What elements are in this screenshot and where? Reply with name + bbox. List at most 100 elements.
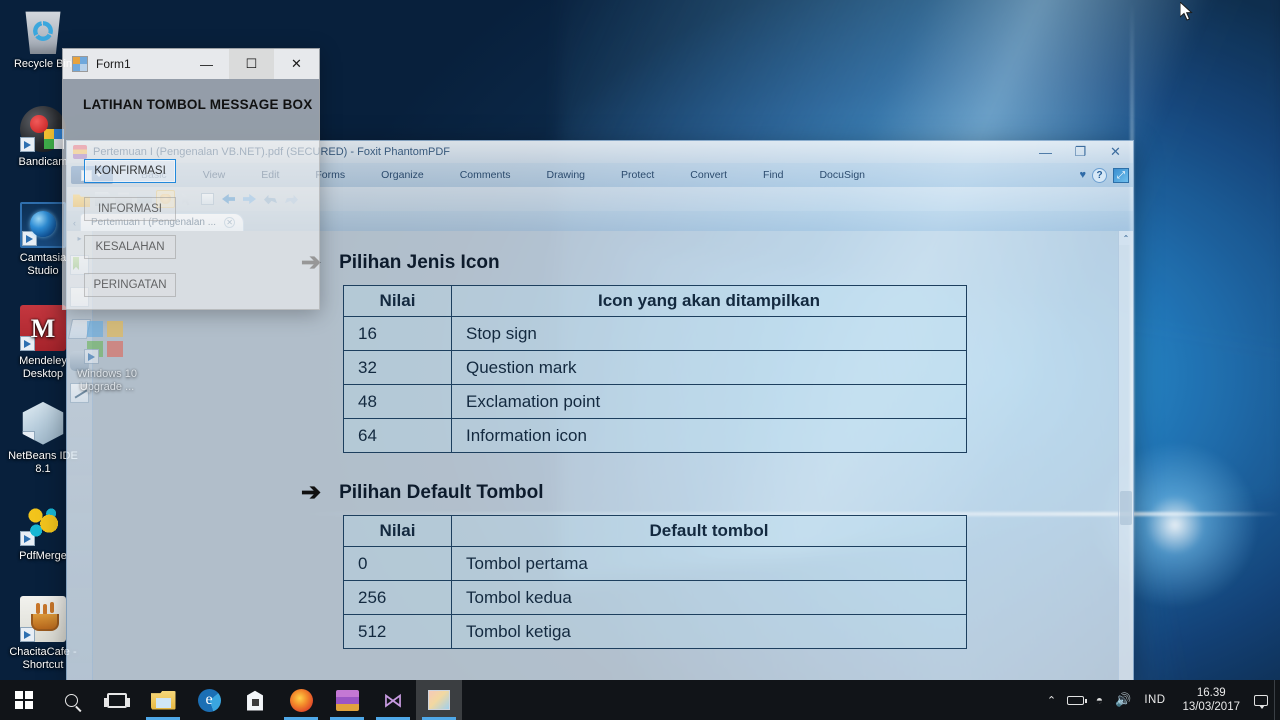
mendeley-desktop-icon (20, 305, 66, 351)
cell-icon: Information icon (451, 418, 967, 453)
menu-item-drawing[interactable]: Drawing (528, 169, 603, 181)
taskbar-vb-app-button[interactable] (416, 680, 462, 720)
taskbar-visual-studio-button[interactable] (370, 680, 416, 720)
foxit-window-controls[interactable]: — ❐ ✕ (1028, 141, 1133, 163)
form1-minimize-button[interactable]: — (184, 49, 229, 79)
form1-window[interactable]: Form1 — ☐ ✕ LATIHAN TOMBOL MESSAGE BOX K… (62, 48, 320, 310)
foxit-phantompdf-icon (335, 689, 359, 711)
foxit-menubar-right[interactable]: ♥ ? (1079, 163, 1129, 187)
arrow-right-icon: ➔ (301, 479, 322, 506)
expand-ribbon-icon[interactable] (1113, 167, 1129, 183)
bandicam-icon (20, 106, 66, 152)
desktop-icon-windows-10-upgrade[interactable]: Windows 10 Upgrade ... (70, 318, 144, 394)
pdf-page-content: ➔ Pilihan Jenis Icon Nilai Icon yang aka… (301, 231, 1001, 649)
form1-maximize-button[interactable]: ☐ (229, 49, 274, 79)
table-row: 64 Information icon (343, 418, 967, 453)
search-icon (64, 693, 78, 707)
vb-form-app-icon (428, 690, 450, 710)
scrollbar-thumb[interactable] (1120, 491, 1132, 525)
language-indicator[interactable]: IND (1135, 694, 1174, 706)
task-view-icon (104, 692, 130, 708)
menu-item-protect[interactable]: Protect (603, 169, 672, 181)
cell-nilai: 32 (343, 350, 452, 385)
table-row: 48 Exclamation point (343, 384, 967, 419)
foxit-close-button[interactable]: ✕ (1098, 141, 1133, 163)
section-title: Pilihan Jenis Icon (339, 252, 500, 273)
clock-date: 13/03/2017 (1182, 701, 1240, 713)
action-center-button[interactable] (1248, 680, 1274, 720)
menu-item-convert[interactable]: Convert (672, 169, 745, 181)
table-row: 0 Tombol pertama (343, 546, 967, 581)
table-row: 256 Tombol kedua (343, 580, 967, 615)
camtasia-studio-icon (20, 202, 66, 248)
icon-type-table: Nilai Icon yang akan ditampilkan 16 Stop… (343, 285, 967, 453)
java-app-icon (20, 596, 66, 642)
taskbar-app-list[interactable] (94, 680, 462, 720)
form1-body: LATIHAN TOMBOL MESSAGE BOX KONFIRMASI IN… (63, 79, 319, 309)
foxit-restore-button[interactable]: ❐ (1063, 141, 1098, 163)
taskbar-edge-button[interactable] (186, 680, 232, 720)
menu-item-comments[interactable]: Comments (442, 169, 529, 181)
system-tray[interactable]: ⌃ ◓ 🔊 IND 16.39 13/03/2017 (1039, 680, 1280, 720)
desktop[interactable]: Recycle Bin Bandicam Camtasia Studio Men… (0, 0, 1280, 720)
mozilla-firefox-icon (289, 688, 313, 712)
tray-overflow-button[interactable]: ⌃ (1039, 680, 1063, 720)
taskbar-task-view-button[interactable] (94, 680, 140, 720)
informasi-button[interactable]: INFORMASI (84, 197, 176, 221)
volume-icon[interactable]: 🔊 (1111, 680, 1135, 720)
menu-item-organize[interactable]: Organize (363, 169, 442, 181)
peringatan-button[interactable]: PERINGATAN (84, 273, 176, 297)
battery-icon[interactable] (1063, 680, 1087, 720)
menu-item-docusign[interactable]: DocuSign (801, 169, 883, 181)
column-header-icon: Icon yang akan ditampilkan (451, 285, 967, 317)
shortcut-overlay-icon (20, 137, 35, 152)
search-button[interactable] (48, 680, 94, 720)
help-icon[interactable]: ? (1092, 167, 1107, 183)
form1-close-button[interactable]: ✕ (274, 49, 319, 79)
action-center-icon (1254, 694, 1268, 709)
shortcut-overlay-icon (20, 531, 35, 546)
taskbar-foxit-button[interactable] (324, 680, 370, 720)
windows-10-upgrade-icon (84, 318, 130, 364)
show-desktop-button[interactable] (1274, 680, 1280, 720)
file-explorer-icon (150, 690, 176, 710)
wifi-icon[interactable]: ◓ (1087, 680, 1111, 720)
pdf-section-heading-1: ➔ Pilihan Jenis Icon (301, 251, 1001, 275)
taskbar-firefox-button[interactable] (278, 680, 324, 720)
taskbar-file-explorer-button[interactable] (140, 680, 186, 720)
form1-title-bar[interactable]: Form1 — ☐ ✕ (63, 49, 319, 79)
windows-logo-icon (15, 691, 33, 709)
clock-time: 16.39 (1196, 687, 1226, 699)
cell-tombol: Tombol kedua (451, 580, 967, 615)
taskbar[interactable]: ⌃ ◓ 🔊 IND 16.39 13/03/2017 (0, 680, 1280, 720)
shortcut-overlay-icon (22, 431, 35, 445)
clock[interactable]: 16.39 13/03/2017 (1174, 686, 1248, 714)
column-header-nilai: Nilai (343, 515, 452, 547)
table-row: 512 Tombol ketiga (343, 614, 967, 649)
form1-window-controls[interactable]: — ☐ ✕ (184, 49, 319, 79)
pdf-vertical-scrollbar[interactable]: ⌃ (1118, 231, 1133, 682)
cell-tombol: Tombol ketiga (451, 614, 967, 649)
cell-nilai: 48 (343, 384, 452, 419)
cell-icon: Exclamation point (451, 384, 967, 419)
start-button[interactable] (0, 680, 48, 720)
chevron-down-icon[interactable]: ♥ (1079, 169, 1086, 181)
taskbar-store-button[interactable] (232, 680, 278, 720)
cell-nilai: 0 (343, 546, 452, 581)
default-button-table: Nilai Default tombol 0 Tombol pertama 25… (343, 515, 967, 649)
konfirmasi-button[interactable]: KONFIRMASI (84, 159, 176, 183)
cell-nilai: 256 (343, 580, 452, 615)
cell-icon: Question mark (451, 350, 967, 385)
foxit-minimize-button[interactable]: — (1028, 141, 1063, 163)
kesalahan-button[interactable]: KESALAHAN (84, 235, 176, 259)
table-header-row: Nilai Default tombol (343, 515, 967, 547)
shortcut-overlay-icon (84, 349, 99, 364)
scroll-up-icon[interactable]: ⌃ (1119, 231, 1133, 245)
microsoft-store-icon (247, 690, 263, 711)
menu-item-find[interactable]: Find (745, 169, 801, 181)
table-row: 16 Stop sign (343, 316, 967, 351)
netbeans-ide-icon (22, 401, 64, 445)
visual-studio-icon (382, 689, 405, 711)
column-header-nilai: Nilai (343, 285, 452, 317)
cell-tombol: Tombol pertama (451, 546, 967, 581)
